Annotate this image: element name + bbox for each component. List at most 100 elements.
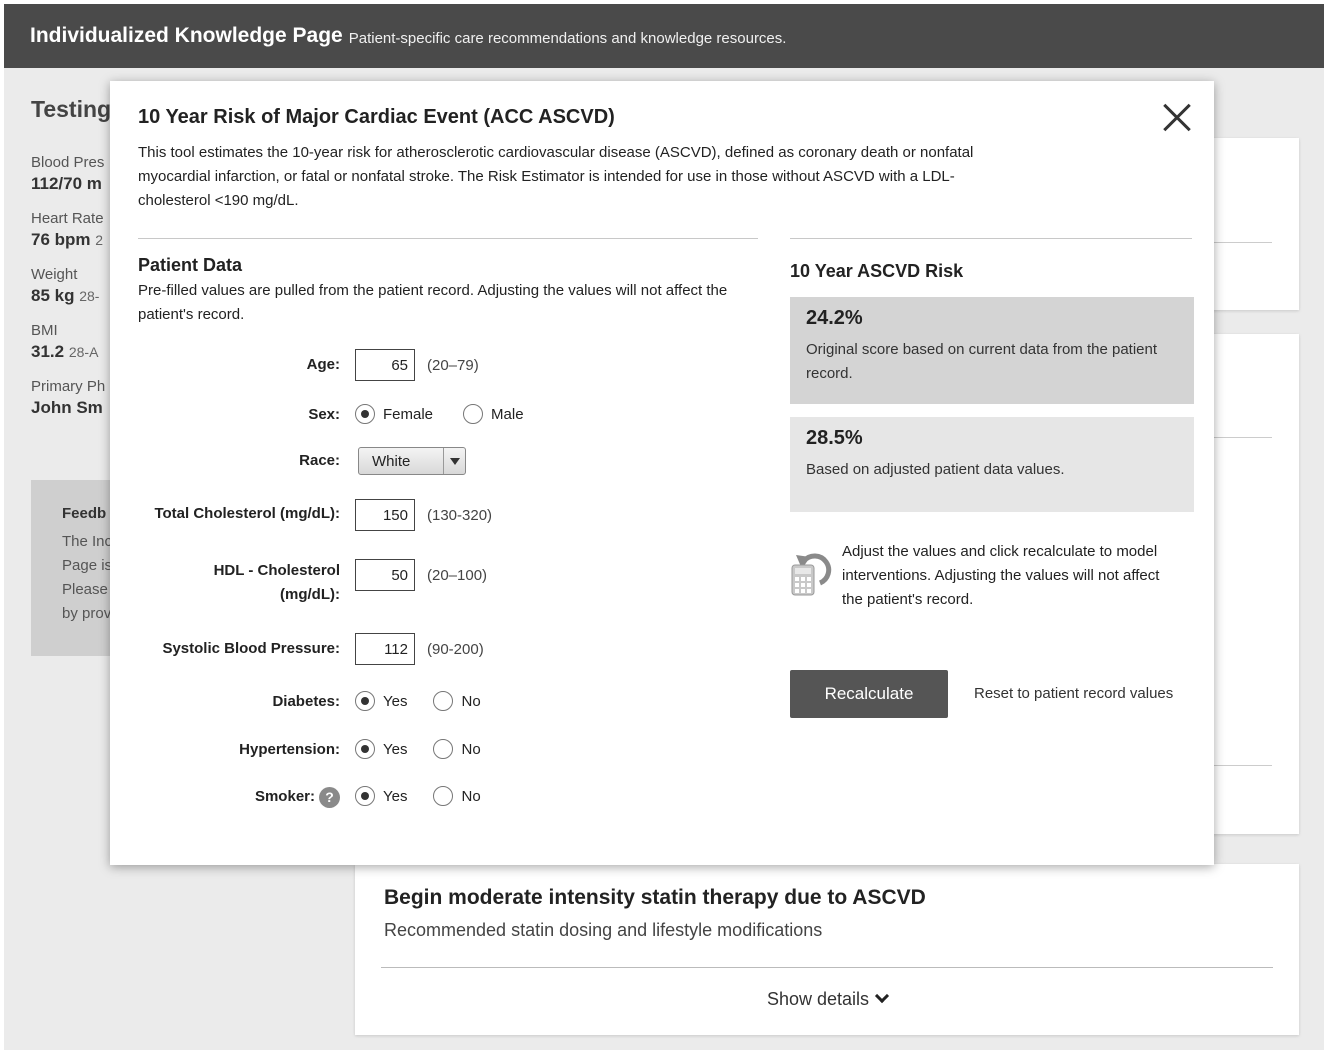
diabetes-no-radio[interactable]: No [433,691,481,711]
statin-recommendation-card: Begin moderate intensity statin therapy … [355,864,1299,1035]
adjusted-risk-box: 28.5% Based on adjusted patient data val… [790,417,1194,512]
vitals-list: Blood Pres 112/70 m Heart Rate 76 bpm 2 … [31,154,121,434]
systolic-bp-input[interactable] [355,633,415,665]
adjusted-risk-value: 28.5% [806,427,863,449]
vital-value: 31.2 28-A [31,342,121,362]
sex-label: Sex: [308,406,340,423]
age-input[interactable] [355,349,415,381]
radio-label: Yes [383,740,408,758]
hdl-range: (20–100) [427,566,488,584]
card-divider [381,967,1273,968]
hypertension-yes-radio[interactable]: Yes [355,739,407,759]
race-select[interactable]: White [358,447,466,475]
calculator-recalculate-icon [791,553,832,596]
race-control: White [355,447,466,475]
ascvd-risk-title: 10 Year ASCVD Risk [790,261,964,281]
radio-label: Male [491,405,524,423]
adjusted-risk-description: Based on adjusted patient data values. [806,461,1065,478]
radio-label: No [461,692,481,710]
modal-description: This tool estimates the 10-year risk for… [138,144,974,209]
total-cholesterol-range: (130-320) [427,506,493,524]
hdl-label-line2: (mg/dL): [280,586,340,603]
vital-label: Primary Ph [31,378,106,395]
diabetes-yes-radio[interactable]: Yes [355,691,407,711]
vital-value-text: 85 kg [31,286,75,305]
recalculate-button[interactable]: Recalculate [790,670,948,718]
vital-value: 76 bpm 2 [31,230,121,250]
app-frame: Individualized Knowledge Page Patient-sp… [4,4,1324,1050]
recalculate-note: Adjust the values and click recalculate … [842,543,1160,608]
hypertension-label: Hypertension: [239,741,340,758]
original-risk-description: Original score based on current data fro… [806,341,1158,382]
card-subtitle: Recommended statin dosing and lifestyle … [384,920,823,940]
systolic-bp-control: (90-200) [355,633,484,665]
hypertension-radio-group: Yes No [355,739,507,759]
smoker-no-radio[interactable]: No [433,786,481,806]
radio-label: No [461,740,481,758]
sex-male-radio[interactable]: Male [463,404,524,424]
race-label: Race: [299,452,340,469]
card-divider [1214,437,1272,438]
help-icon[interactable]: ? [319,786,340,808]
vital-value: 112/70 m [31,174,121,194]
radio-circle [355,404,375,424]
section-divider [790,238,1192,239]
vital-blood-pressure: Blood Pres 112/70 m [31,154,121,194]
hdl-label-line1: HDL - Cholesterol [213,562,340,579]
patient-data-description: Pre-filled values are pulled from the pa… [138,282,728,323]
radio-label: Yes [383,692,408,710]
total-cholesterol-input[interactable] [355,499,415,531]
vital-value: John Sm [31,398,121,418]
patient-data-title: Patient Data [138,255,243,275]
hdl-input[interactable] [355,559,415,591]
modal-title: 10 Year Risk of Major Cardiac Event (ACC… [138,106,615,128]
smoker-label-text: Smoker: [254,788,315,805]
vital-weight: Weight 85 kg 28- [31,266,121,306]
smoker-yes-radio[interactable]: Yes [355,786,407,806]
top-header-bar: Individualized Knowledge Page Patient-sp… [4,4,1324,68]
vital-label: BMI [31,322,58,339]
radio-circle [433,786,454,806]
radio-label: No [461,787,481,805]
vital-note: 28- [79,288,100,304]
vital-note: 2 [95,232,104,248]
sex-female-radio[interactable]: Female [355,404,433,424]
chevron-down-icon [874,988,890,1004]
close-icon[interactable] [1162,103,1192,133]
sex-radio-group: Female Male [355,404,550,424]
diabetes-radio-group: Yes No [355,691,507,711]
total-cholesterol-control: (130-320) [355,499,492,531]
vital-value-text: 31.2 [31,342,65,361]
reset-values-link[interactable]: Reset to patient record values [974,685,1173,702]
show-details-toggle[interactable]: Show details [355,988,1299,1010]
vital-note: 28-A [68,344,99,360]
age-control: (20–79) [355,349,479,381]
smoker-radio-group: Yes No [355,786,507,806]
systolic-bp-label: Systolic Blood Pressure: [162,640,340,657]
radio-circle [355,786,375,806]
radio-circle [433,739,454,759]
vital-primary-physician: Primary Ph John Sm [31,378,121,418]
vital-bmi: BMI 31.2 28-A [31,322,121,362]
vital-label: Weight [31,266,78,283]
vital-value: 85 kg 28- [31,286,121,306]
radio-circle [355,691,375,711]
vital-value-text: 112/70 m [31,174,102,193]
radio-label: Female [383,405,434,423]
app-subtitle: Patient-specific care recommendations an… [348,29,787,47]
dropdown-arrow-icon [443,448,465,474]
vital-heart-rate: Heart Rate 76 bpm 2 [31,210,121,250]
hypertension-no-radio[interactable]: No [433,739,481,759]
card-title: Begin moderate intensity statin therapy … [384,886,926,909]
smoker-label: Smoker:? [255,785,340,809]
total-cholesterol-label: Total Cholesterol (mg/dL): [154,505,340,522]
vital-value-text: John Sm [31,398,103,417]
ascvd-risk-modal: 10 Year Risk of Major Cardiac Event (ACC… [110,81,1214,865]
card-divider [1214,765,1272,766]
radio-circle [355,739,375,759]
original-risk-box: 24.2% Original score based on current da… [790,297,1194,404]
radio-circle [463,404,484,424]
age-label: Age: [306,356,340,373]
radio-circle [433,691,454,711]
card-divider [1214,242,1272,243]
